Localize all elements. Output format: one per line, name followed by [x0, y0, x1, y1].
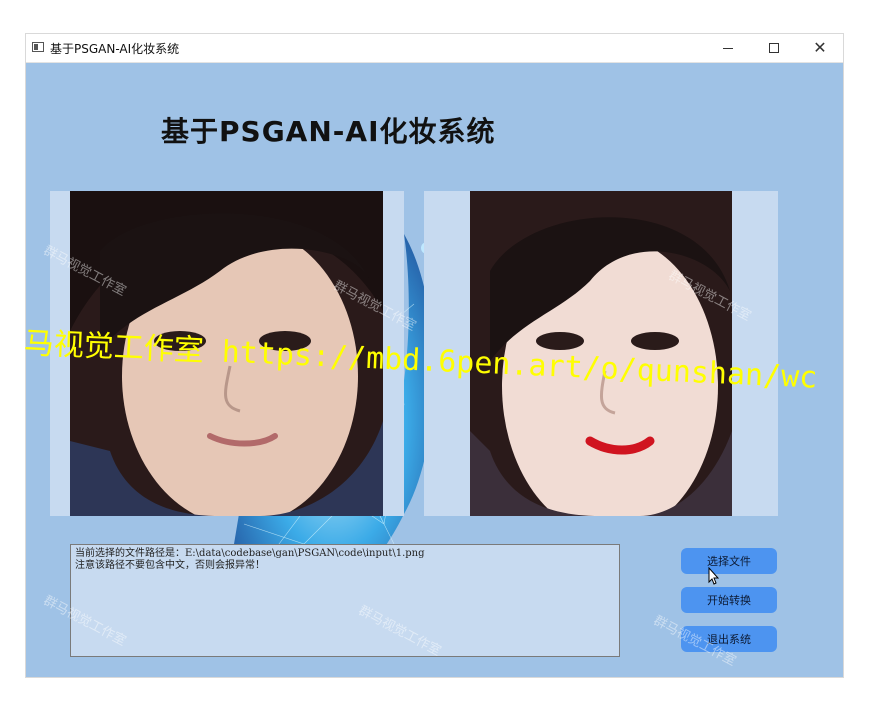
log-line-notice: 注意该路径不要包含中文，否则会报异常！: [75, 560, 265, 571]
source-photo: [70, 191, 383, 516]
title-bar: 基于PSGAN-AI化妆系统 ✕: [26, 34, 843, 63]
result-image-panel: [424, 191, 778, 516]
page-title: 基于PSGAN-AI化妆系统: [161, 115, 496, 148]
maximize-icon: [769, 43, 779, 53]
mouse-cursor-icon: [708, 567, 720, 585]
start-convert-button[interactable]: 开始转换: [681, 587, 777, 613]
source-image-panel: [50, 191, 404, 516]
result-photo: [470, 191, 732, 516]
maximize-button[interactable]: [751, 34, 797, 62]
app-icon: [32, 42, 44, 52]
app-window: 基于PSGAN-AI化妆系统 ✕ 基于PSGAN-AI化妆系统 当前选择的文件路…: [25, 33, 844, 678]
window-title: 基于PSGAN-AI化妆系统: [50, 42, 180, 56]
exit-button[interactable]: 退出系统: [681, 626, 777, 652]
select-file-button[interactable]: 选择文件: [681, 548, 777, 574]
minimize-icon: [723, 47, 733, 49]
log-line-path: 当前选择的文件路径是：E:\data\codebase\gan\PSGAN\co…: [75, 548, 425, 559]
close-icon: ✕: [813, 38, 827, 57]
minimize-button[interactable]: [705, 34, 751, 62]
face-photo-icon: [470, 191, 732, 516]
face-photo-icon: [70, 191, 383, 516]
file-path-log[interactable]: 当前选择的文件路径是：E:\data\codebase\gan\PSGAN\co…: [70, 544, 620, 657]
close-button[interactable]: ✕: [797, 34, 843, 62]
